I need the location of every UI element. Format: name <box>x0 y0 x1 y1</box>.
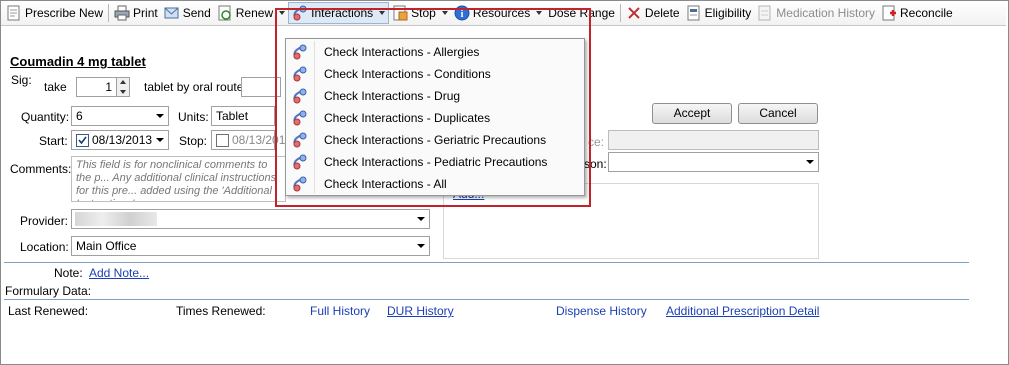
reason-dropdown[interactable] <box>608 152 819 172</box>
eligibility-button[interactable]: Eligibility <box>683 2 755 24</box>
chevron-down-icon <box>156 138 164 142</box>
send-icon <box>164 5 180 21</box>
additional-prescription-detail-link[interactable]: Additional Prescription Detail <box>666 304 819 318</box>
divider <box>4 262 969 263</box>
eligibility-label: Eligibility <box>704 6 752 20</box>
comments-placeholder: This field is for nonclinical comments t… <box>76 159 277 201</box>
source-field[interactable] <box>608 130 819 150</box>
take-quantity-field[interactable]: 1 <box>76 77 117 97</box>
route-label: tablet by oral route <box>144 80 244 94</box>
print-label: Print <box>133 6 158 20</box>
dispense-history-link[interactable]: Dispense History <box>556 304 647 318</box>
prescribe-new-icon <box>6 5 22 21</box>
quantity-label: Quantity: <box>21 110 70 124</box>
start-date-checkbox[interactable] <box>76 134 89 147</box>
medication-history-icon <box>757 5 773 21</box>
last-renewed-label: Last Renewed: <box>8 304 89 318</box>
delete-button[interactable]: Delete <box>623 2 683 24</box>
toolbar-separator <box>619 4 621 22</box>
chevron-down-icon <box>806 160 814 164</box>
units-field[interactable]: Tablet <box>211 106 275 126</box>
note-label: Note: <box>54 266 83 280</box>
delete-icon <box>626 5 642 21</box>
location-label: Location: <box>20 240 69 254</box>
stop-label: Stop: <box>179 134 208 148</box>
times-renewed-label: Times Renewed: <box>176 304 266 318</box>
reconcile-button[interactable]: Reconcile <box>878 2 956 24</box>
sig-label: Sig: <box>11 73 32 87</box>
dur-history-link[interactable]: DUR History <box>387 304 454 318</box>
location-value: Main Office <box>76 239 137 253</box>
send-label: Send <box>182 6 211 20</box>
send-button[interactable]: Send <box>161 2 214 24</box>
units-label: Units: <box>178 110 209 124</box>
start-label: Start: <box>39 134 68 148</box>
chevron-down-icon <box>156 114 164 118</box>
provider-redacted-value <box>75 212 157 226</box>
provider-dropdown[interactable] <box>71 209 430 229</box>
provider-label: Provider: <box>20 214 69 228</box>
stop-date-checkbox[interactable] <box>216 134 229 147</box>
chevron-down-icon <box>417 244 425 248</box>
stop-date-picker[interactable]: 08/13/2013 <box>211 130 292 150</box>
divider <box>4 299 969 300</box>
cancel-button[interactable]: Cancel <box>738 103 818 124</box>
medication-history-label: Medication History <box>776 6 875 20</box>
quantity-field[interactable]: 6 <box>71 106 169 126</box>
comments-field[interactable]: This field is for nonclinical comments t… <box>71 156 286 202</box>
take-label: take <box>44 80 67 94</box>
location-dropdown[interactable]: Main Office <box>71 236 430 256</box>
add-note-link[interactable]: Add Note... <box>89 266 149 280</box>
eligibility-icon <box>686 5 702 21</box>
renew-label: Renew <box>235 6 274 20</box>
reconcile-label: Reconcile <box>900 6 953 20</box>
renew-icon <box>217 5 233 21</box>
prescribe-new-button[interactable]: Prescribe New <box>3 2 106 24</box>
chevron-down-icon <box>417 217 425 221</box>
print-button[interactable]: Print <box>111 2 161 24</box>
full-history-link[interactable]: Full History <box>310 304 370 318</box>
start-date-picker[interactable]: 08/13/2013 <box>71 130 169 150</box>
formulary-label: Formulary Data: <box>5 284 92 298</box>
toolbar-separator <box>108 4 110 22</box>
quantity-value: 6 <box>76 109 83 123</box>
comments-label: Comments: <box>10 162 72 176</box>
drug-title: Coumadin 4 mg tablet <box>10 54 146 69</box>
delete-label: Delete <box>644 6 680 20</box>
start-date-value: 08/13/2013 <box>92 133 153 147</box>
accept-button[interactable]: Accept <box>652 103 732 124</box>
medication-history-button[interactable]: Medication History <box>754 2 878 24</box>
reconcile-icon <box>881 5 897 21</box>
prescribe-new-label: Prescribe New <box>25 6 104 20</box>
take-quantity-stepper[interactable] <box>116 77 130 97</box>
highlight-box <box>275 8 591 207</box>
printer-icon <box>114 5 130 21</box>
